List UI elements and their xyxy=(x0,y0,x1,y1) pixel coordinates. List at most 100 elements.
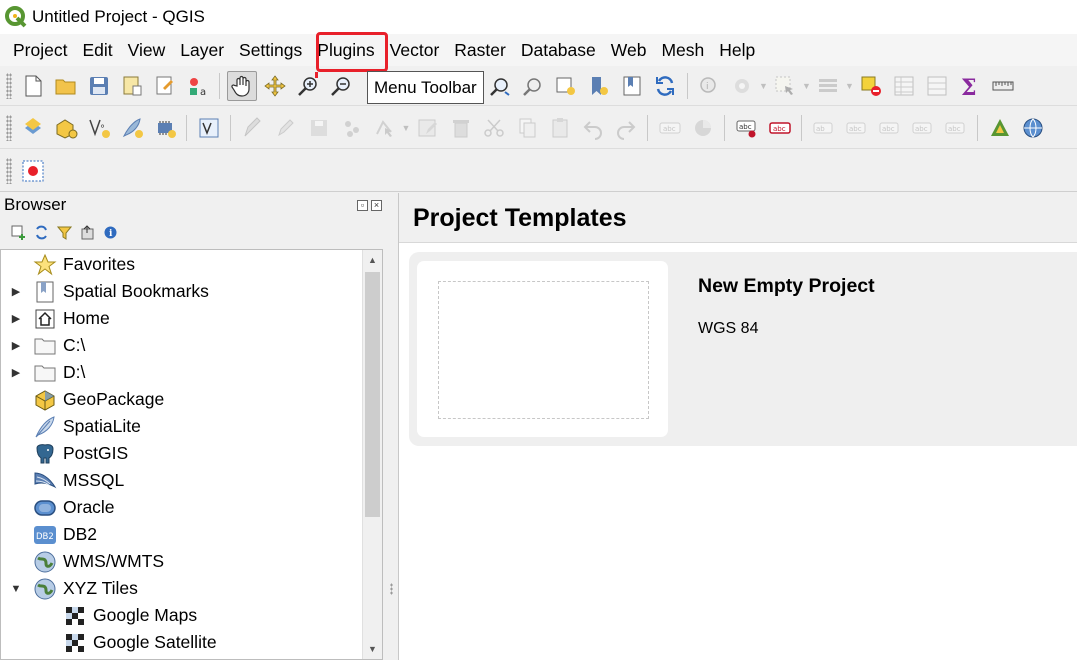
open-project-button[interactable] xyxy=(51,71,81,101)
scroll-up-arrow-icon[interactable]: ▲ xyxy=(363,250,382,270)
diagram-options-button[interactable] xyxy=(688,113,718,143)
menu-settings[interactable]: Settings xyxy=(232,34,310,66)
zoom-last-button[interactable] xyxy=(518,71,548,101)
zoom-in-button[interactable] xyxy=(293,71,323,101)
new-spatialite-layer-button[interactable] xyxy=(117,113,147,143)
expand-arrow-icon[interactable]: ▶ xyxy=(9,339,23,352)
modify-attributes-button[interactable] xyxy=(413,113,443,143)
change-label-button[interactable]: abc xyxy=(941,113,971,143)
browser-scrollbar[interactable]: ▲ ▼ xyxy=(362,250,382,659)
add-layer-icon[interactable] xyxy=(10,224,27,241)
paste-features-button[interactable] xyxy=(545,113,575,143)
info-icon[interactable]: i xyxy=(102,224,119,241)
layout-manager-button[interactable] xyxy=(150,71,180,101)
new-bookmark-button[interactable] xyxy=(584,71,614,101)
panel-splitter[interactable] xyxy=(386,193,398,660)
edits-button[interactable] xyxy=(238,113,268,143)
record-plugin-button[interactable] xyxy=(18,156,48,186)
move-label-button[interactable]: abc xyxy=(908,113,938,143)
new-project-button[interactable] xyxy=(18,71,48,101)
save-edits-button[interactable] xyxy=(304,113,334,143)
menu-web[interactable]: Web xyxy=(604,34,655,66)
toolbar-grip[interactable] xyxy=(6,114,12,141)
menu-mesh[interactable]: Mesh xyxy=(654,34,712,66)
expand-arrow-icon[interactable]: ▶ xyxy=(9,366,23,379)
field-calculator-button[interactable] xyxy=(922,71,952,101)
cut-features-button[interactable] xyxy=(479,113,509,143)
tree-item-wms-wmts[interactable]: WMS/WMTS xyxy=(1,548,164,575)
label-tool-button[interactable]: abc xyxy=(655,113,685,143)
menu-view[interactable]: View xyxy=(121,34,174,66)
menu-vector[interactable]: Vector xyxy=(383,34,448,66)
expand-arrow-icon[interactable]: ▶ xyxy=(9,312,23,325)
layer-labeling-options-button[interactable]: abc xyxy=(732,113,762,143)
select-features-button[interactable] xyxy=(770,71,800,101)
dropdown-arrow-icon[interactable]: ▼ xyxy=(401,113,411,143)
highlight-pinned-labels-button[interactable]: ab xyxy=(809,113,839,143)
new-geopackage-layer-button[interactable] xyxy=(51,113,81,143)
tree-item-google-maps[interactable]: Google Maps xyxy=(31,602,197,629)
tree-item-drive-d[interactable]: ▶ D:\ xyxy=(1,359,86,386)
tree-item-spatial-bookmarks[interactable]: ▶ Spatial Bookmarks xyxy=(1,278,209,305)
measure-line-button[interactable] xyxy=(988,71,1018,101)
select-by-value-button[interactable] xyxy=(813,71,843,101)
tree-item-xyz-tiles[interactable]: ▼ XYZ Tiles xyxy=(1,575,138,602)
new-shapefile-layer-button[interactable]: ° xyxy=(84,113,114,143)
tree-item-spatialite[interactable]: SpatiaLite xyxy=(1,413,141,440)
new-map-view-button[interactable] xyxy=(551,71,581,101)
toggle-editing-button[interactable] xyxy=(271,113,301,143)
new-empty-project-card[interactable]: New Empty Project WGS 84 xyxy=(409,252,1077,446)
zoom-out-button[interactable] xyxy=(326,71,356,101)
statistical-summary-button[interactable]: Σ xyxy=(955,71,985,101)
layer-diagram-options-button[interactable]: abc xyxy=(765,113,795,143)
menu-database[interactable]: Database xyxy=(514,34,604,66)
dropdown-arrow-icon[interactable]: ▼ xyxy=(759,71,769,101)
filter-icon[interactable] xyxy=(56,224,73,241)
style-manager-button[interactable]: a xyxy=(183,71,213,101)
scroll-thumb[interactable] xyxy=(365,272,380,517)
show-hide-labels-button[interactable]: abc xyxy=(875,113,905,143)
dropdown-arrow-icon[interactable]: ▼ xyxy=(845,71,855,101)
refresh-button[interactable] xyxy=(650,71,680,101)
pan-to-selection-button[interactable] xyxy=(260,71,290,101)
menu-help[interactable]: Help xyxy=(712,34,763,66)
redo-button[interactable] xyxy=(611,113,641,143)
copy-features-button[interactable] xyxy=(512,113,542,143)
menu-raster[interactable]: Raster xyxy=(447,34,514,66)
undo-button[interactable] xyxy=(578,113,608,143)
tree-item-google-satellite[interactable]: Google Satellite xyxy=(31,629,217,656)
refresh-icon[interactable] xyxy=(33,224,50,241)
show-bookmarks-button[interactable] xyxy=(617,71,647,101)
menu-project[interactable]: Project xyxy=(0,34,75,66)
scroll-down-arrow-icon[interactable]: ▼ xyxy=(363,639,382,659)
tree-item-oracle[interactable]: Oracle xyxy=(1,494,115,521)
globe-plugin-button[interactable] xyxy=(1018,113,1048,143)
collapse-all-icon[interactable] xyxy=(79,224,96,241)
pan-map-button[interactable] xyxy=(226,70,257,101)
tree-item-db2[interactable]: DB2 DB2 xyxy=(1,521,97,548)
tree-item-drive-c[interactable]: ▶ C:\ xyxy=(1,332,86,359)
close-panel-icon[interactable]: × xyxy=(371,199,382,211)
tree-item-mssql[interactable]: MSSQL xyxy=(1,467,124,494)
identify-button[interactable]: i xyxy=(694,71,724,101)
deselect-features-button[interactable] xyxy=(856,71,886,101)
run-action-button[interactable] xyxy=(727,71,757,101)
add-point-feature-button[interactable] xyxy=(337,113,367,143)
tree-item-favorites[interactable]: Favorites xyxy=(1,251,135,278)
float-panel-icon[interactable]: ▫ xyxy=(357,199,368,211)
pin-unpin-labels-button[interactable]: abc xyxy=(842,113,872,143)
vertex-tool-button[interactable] xyxy=(370,113,400,143)
menu-plugins[interactable]: Plugins xyxy=(310,34,382,66)
tree-item-home[interactable]: ▶ Home xyxy=(1,305,110,332)
tree-item-geopackage[interactable]: GeoPackage xyxy=(1,386,164,413)
processing-toolbox-button[interactable] xyxy=(985,113,1015,143)
toolbar-grip[interactable] xyxy=(6,157,12,184)
data-source-manager-button[interactable] xyxy=(18,113,48,143)
attribute-table-button[interactable] xyxy=(889,71,919,101)
dropdown-arrow-icon[interactable]: ▼ xyxy=(802,71,812,101)
tree-item-postgis[interactable]: PostGIS xyxy=(1,440,128,467)
new-temp-scratch-layer-button[interactable] xyxy=(150,113,180,143)
collapse-arrow-icon[interactable]: ▼ xyxy=(9,583,23,595)
menu-layer[interactable]: Layer xyxy=(173,34,232,66)
zoom-native-button[interactable] xyxy=(485,71,515,101)
